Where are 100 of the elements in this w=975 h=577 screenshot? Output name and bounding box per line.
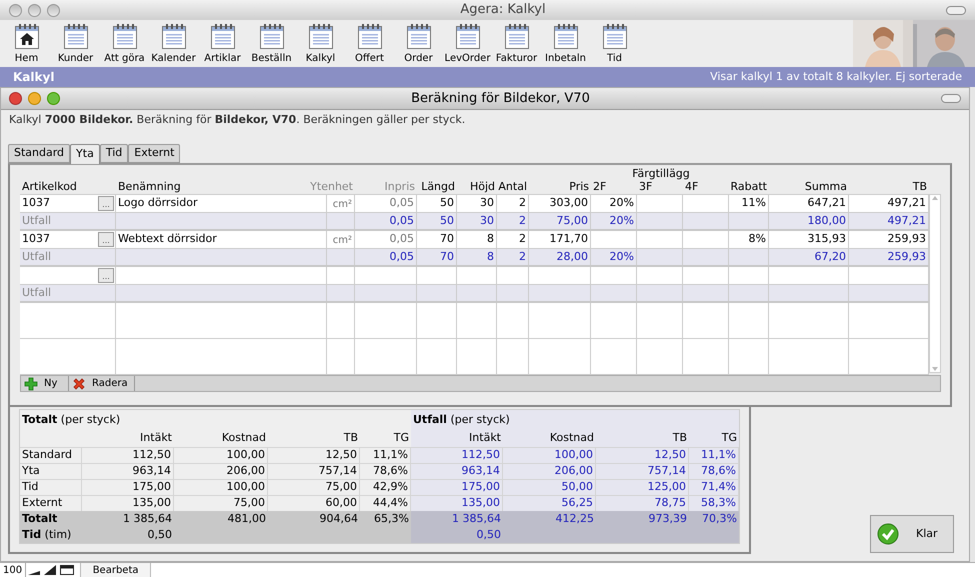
table-cell-text: 412,25 bbox=[556, 510, 594, 527]
tab[interactable]: Yta bbox=[70, 144, 100, 164]
column-header[interactable]: Artikelkod bbox=[22, 180, 77, 193]
table-cell-text: 70 bbox=[440, 231, 454, 248]
tab[interactable]: Tid bbox=[100, 144, 128, 163]
minimize-button[interactable] bbox=[28, 4, 41, 16]
column-header[interactable]: Längd bbox=[421, 180, 455, 193]
column-header[interactable]: Rabatt bbox=[730, 180, 767, 193]
notepad-icon bbox=[504, 23, 530, 50]
table-cell-text: 75,00 bbox=[326, 479, 357, 496]
table-cell-text: Webtext dörrsidor bbox=[118, 231, 217, 248]
tab[interactable]: Externt bbox=[128, 144, 180, 163]
notepad-icon bbox=[112, 23, 138, 50]
toolbar-button[interactable]: Beställn bbox=[247, 23, 296, 67]
table-cell-text: 11% bbox=[742, 195, 766, 212]
column-header: TG bbox=[722, 430, 737, 446]
table-cell-text: 50,00 bbox=[562, 479, 593, 496]
table-cell-text: Logo dörrsidor bbox=[118, 195, 198, 212]
toolbar-button[interactable]: Tid bbox=[590, 23, 639, 67]
close-button[interactable] bbox=[9, 92, 22, 105]
column-header[interactable]: Benämning bbox=[118, 180, 181, 193]
column-header[interactable]: Summa bbox=[804, 180, 847, 193]
table-cell-text: 0,05 bbox=[390, 248, 414, 265]
browse-button[interactable]: ... bbox=[98, 196, 114, 211]
zoom-button[interactable] bbox=[47, 4, 60, 16]
table-cell-text: 175,00 bbox=[462, 479, 500, 496]
table-cell-text: 2 bbox=[519, 248, 526, 265]
toolbar-button[interactable]: Kalkyl bbox=[296, 23, 345, 67]
minimize-button[interactable] bbox=[28, 92, 41, 105]
column-header[interactable]: Höjd bbox=[470, 180, 495, 193]
table-cell-text: 58,3% bbox=[701, 495, 736, 512]
toolbar-button[interactable]: Fakturor bbox=[492, 23, 541, 67]
row-label: Utfall bbox=[22, 212, 52, 229]
scroll-down-icon[interactable] bbox=[931, 366, 939, 372]
column-header: TB bbox=[344, 430, 358, 446]
scroll-up-icon[interactable] bbox=[931, 195, 939, 201]
table-cell-text: 70 bbox=[440, 248, 454, 265]
table-cell-text: 647,21 bbox=[808, 195, 846, 212]
column-header: Intäkt bbox=[140, 430, 172, 446]
toolbar-button[interactable]: Offert bbox=[345, 23, 394, 67]
toolbar-button[interactable]: Inbetaln bbox=[541, 23, 590, 67]
table-cell-text: 963,14 bbox=[462, 463, 500, 480]
toolbar-toggle-button[interactable] bbox=[946, 6, 966, 14]
table-cell-text: cm² bbox=[332, 198, 352, 212]
column-header[interactable]: TB bbox=[912, 180, 927, 193]
browse-button[interactable]: ... bbox=[98, 232, 114, 247]
table-cell-text: 206,00 bbox=[226, 463, 265, 480]
check-icon bbox=[877, 523, 899, 545]
window-icon[interactable] bbox=[60, 565, 74, 575]
browse-button[interactable]: ... bbox=[98, 268, 114, 283]
zoom-level[interactable]: 100 bbox=[0, 562, 26, 577]
column-header[interactable]: Antal bbox=[498, 180, 527, 193]
table-cell-text: 757,14 bbox=[318, 463, 357, 480]
toolbar-button[interactable]: Att göra bbox=[100, 23, 149, 67]
toolbar-button[interactable]: LevOrder bbox=[443, 23, 492, 67]
row-label: Standard bbox=[22, 447, 72, 464]
toolbar-button[interactable]: Order bbox=[394, 23, 443, 67]
table-cell-text: 75,00 bbox=[556, 212, 588, 229]
toolbar-toggle-button[interactable] bbox=[941, 94, 961, 103]
done-button[interactable]: Klar bbox=[870, 515, 954, 553]
column-header[interactable]: 2F bbox=[593, 180, 606, 193]
toolbar-button[interactable]: Kalender bbox=[149, 23, 198, 67]
table-cell-text: 11,1% bbox=[701, 447, 736, 464]
table-cell-text: 135,00 bbox=[462, 495, 500, 512]
table-cell-text: 12,50 bbox=[654, 447, 686, 464]
zoom-in-icon[interactable] bbox=[44, 565, 56, 575]
cross-icon bbox=[72, 376, 86, 390]
table-cell-text: 100,00 bbox=[226, 447, 265, 464]
column-header[interactable]: Pris bbox=[569, 180, 589, 193]
tab[interactable]: Standard bbox=[8, 144, 70, 163]
column-group-header: Färgtillägg bbox=[631, 167, 691, 180]
column-header[interactable]: 4F bbox=[685, 180, 698, 193]
notepad-icon bbox=[356, 23, 382, 50]
table-cell-text: 60,00 bbox=[326, 495, 357, 512]
table-cell-text: 973,39 bbox=[648, 510, 687, 527]
delete-button[interactable]: Radera bbox=[69, 376, 135, 391]
table-cell-text: 75,00 bbox=[234, 495, 265, 512]
table-cell-text: 12,50 bbox=[326, 447, 357, 464]
column-header: TB bbox=[672, 430, 687, 446]
column-header: Kostnad bbox=[222, 430, 266, 446]
toolbar-button[interactable]: Artiklar bbox=[198, 23, 247, 67]
table-cell-text: 125,00 bbox=[648, 479, 686, 496]
home-icon bbox=[14, 23, 40, 50]
table-cell-text: 100,00 bbox=[226, 479, 265, 496]
section-title: Kalkyl bbox=[13, 69, 54, 86]
table-cell-text: 20% bbox=[610, 212, 634, 229]
zoom-button[interactable] bbox=[47, 92, 60, 105]
close-button[interactable] bbox=[9, 4, 22, 16]
toolbar-button[interactable]: Kunder bbox=[51, 23, 100, 67]
window-title: Agera: Kalkyl bbox=[460, 2, 546, 18]
add-button[interactable]: Ny bbox=[21, 376, 69, 391]
scrollbar[interactable] bbox=[929, 194, 941, 373]
table-cell-text: 0,05 bbox=[390, 195, 414, 212]
column-header[interactable]: 3F bbox=[639, 180, 652, 193]
table-cell-text: 8 bbox=[487, 248, 494, 265]
row-label: Totalt bbox=[22, 510, 58, 527]
table-cell-text: 757,14 bbox=[648, 463, 686, 480]
toolbar-button[interactable]: Hem bbox=[2, 23, 51, 67]
table-cell-text: 11,1% bbox=[373, 447, 408, 464]
mode-tab[interactable]: Bearbeta bbox=[80, 562, 152, 577]
